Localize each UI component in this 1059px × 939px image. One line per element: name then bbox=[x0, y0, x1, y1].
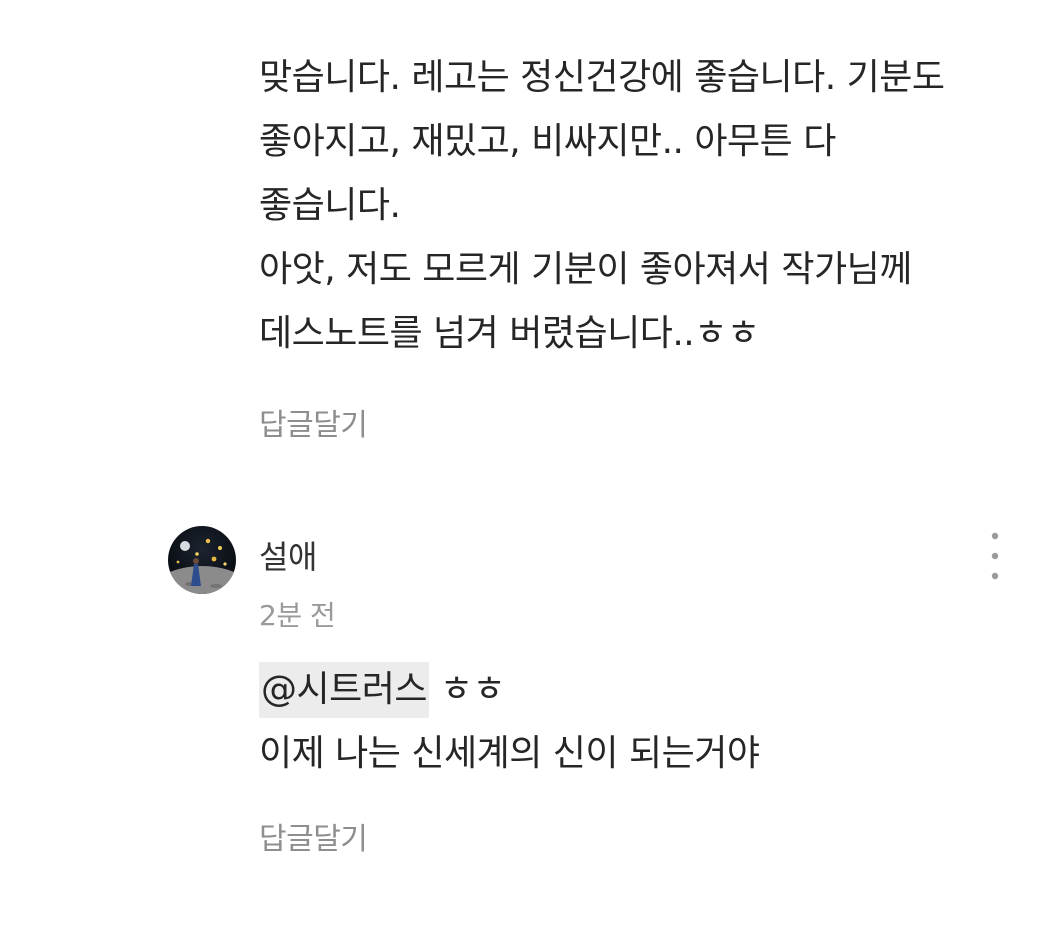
mention-tag[interactable]: @시트러스 bbox=[259, 662, 429, 718]
comment-line: 맞습니다. 레고는 정신건강에 좋습니다. 기분도 bbox=[259, 57, 945, 98]
timestamp: 2분 전 bbox=[259, 599, 336, 632]
reply-button[interactable]: 답글달기 bbox=[259, 400, 368, 444]
comment-line: 좋습니다. bbox=[259, 185, 401, 226]
comment-line: @시트러스 ㅎㅎ bbox=[259, 658, 759, 722]
comment-line: 데스노트를 넘겨 버렸습니다..ㅎㅎ bbox=[259, 313, 760, 354]
comment-text: @시트러스 ㅎㅎ 이제 나는 신세계의 신이 되는거야 bbox=[259, 658, 760, 786]
author-name[interactable]: 설애 bbox=[259, 532, 317, 578]
more-vertical-icon bbox=[991, 532, 999, 580]
comment-line: 아앗, 저도 모르게 기분이 좋아져서 작가님께 bbox=[259, 249, 912, 290]
comment-line: 이제 나는 신세계의 신이 되는거야 bbox=[259, 733, 760, 774]
profile-avatar-icon bbox=[168, 526, 236, 594]
more-options-button[interactable] bbox=[978, 530, 1012, 582]
comment-line-rest: ㅎㅎ bbox=[428, 669, 506, 710]
reply-button[interactable]: 답글달기 bbox=[259, 814, 368, 858]
previous-comment-text: 맞습니다. 레고는 정신건강에 좋습니다. 기분도 좋아지고, 재밌고, 비싸지… bbox=[259, 46, 945, 366]
avatar[interactable] bbox=[168, 526, 236, 594]
comment-line: 좋아지고, 재밌고, 비싸지만.. 아무튼 다 bbox=[259, 121, 836, 162]
